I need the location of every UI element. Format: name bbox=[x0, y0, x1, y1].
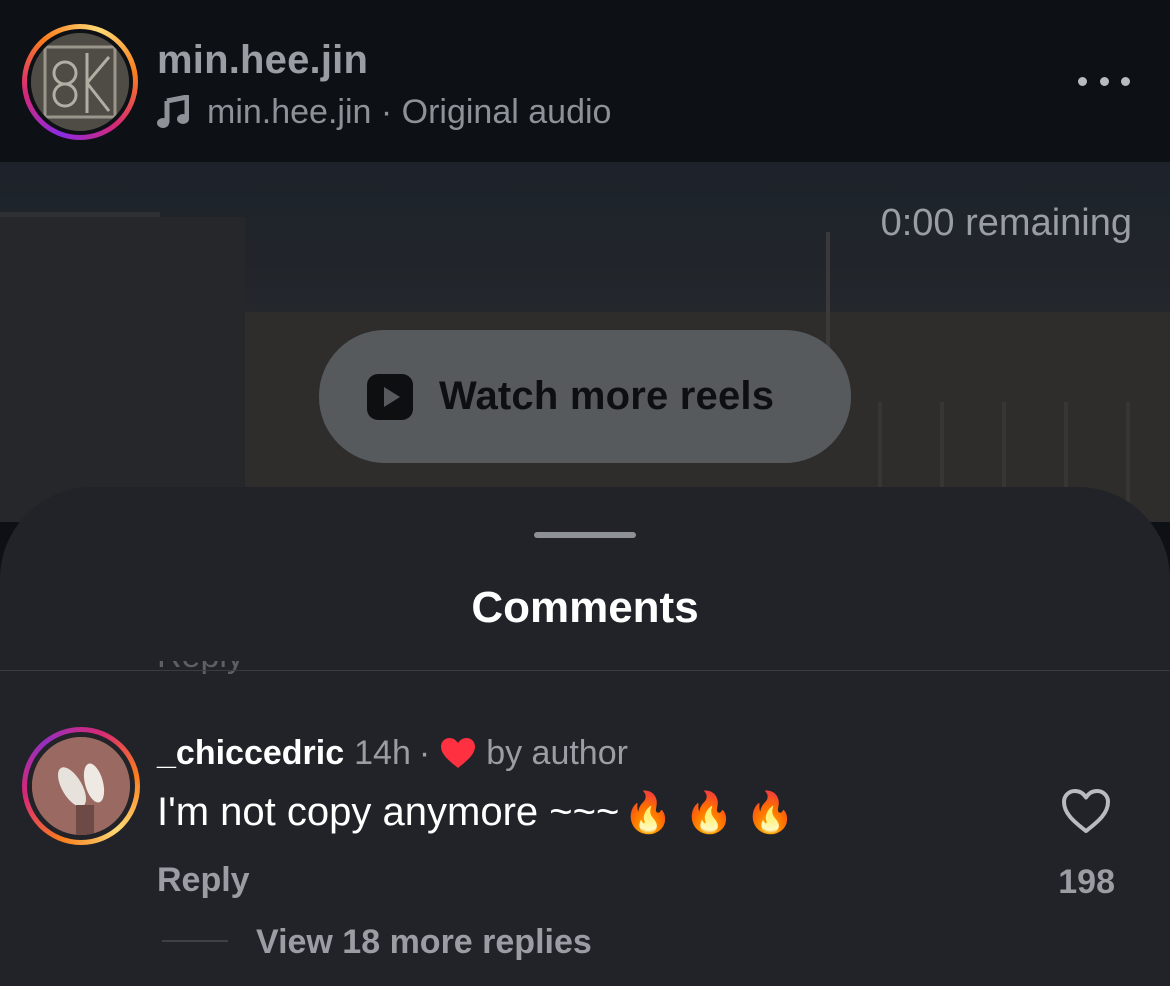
music-note-icon bbox=[157, 95, 189, 128]
comment-username[interactable]: _chiccedric bbox=[157, 734, 344, 773]
profile-avatar[interactable] bbox=[22, 24, 138, 140]
heart-outline-icon[interactable] bbox=[1060, 787, 1112, 835]
reel-header: min.hee.jin min.hee.jin · Original audio bbox=[0, 0, 1170, 162]
heart-filled-icon bbox=[441, 738, 476, 768]
reel-author-username[interactable]: min.hee.jin bbox=[157, 38, 368, 83]
comment-time: 14h bbox=[354, 733, 411, 772]
clipped-previous-reply: Reply bbox=[157, 661, 277, 681]
commenter-avatar[interactable] bbox=[22, 727, 140, 845]
audio-link[interactable]: min.hee.jin · Original audio bbox=[157, 92, 611, 132]
liked-by-author: by author bbox=[486, 733, 628, 772]
sheet-drag-handle[interactable] bbox=[534, 532, 636, 538]
comment-body: I'm not copy anymore ~~~ bbox=[157, 789, 620, 834]
comments-divider bbox=[0, 670, 1170, 671]
watch-more-reels-button[interactable]: Watch more reels bbox=[319, 330, 851, 463]
comment-text: I'm not copy anymore ~~~ 🔥 🔥 🔥 bbox=[157, 787, 795, 837]
time-remaining: 0:00 remaining bbox=[880, 202, 1132, 244]
audio-separator: · bbox=[371, 92, 402, 131]
comment-meta: _chiccedric 14h · by author bbox=[157, 731, 628, 775]
fire-emoji: 🔥 🔥 🔥 bbox=[623, 790, 795, 835]
view-more-replies-button[interactable]: View 18 more replies bbox=[256, 923, 592, 962]
audio-owner: min.hee.jin bbox=[207, 92, 372, 131]
meta-separator: · bbox=[418, 733, 431, 772]
reels-play-icon bbox=[367, 373, 413, 420]
comments-sheet: Comments Reply _chiccedric 14h · by auth… bbox=[0, 487, 1170, 986]
more-options-icon[interactable] bbox=[1078, 70, 1130, 92]
avatar-image bbox=[31, 33, 129, 131]
audio-label: Original audio bbox=[401, 92, 612, 131]
comments-title: Comments bbox=[471, 583, 699, 632]
reply-button[interactable]: Reply bbox=[157, 861, 250, 900]
watch-more-reels-label: Watch more reels bbox=[439, 374, 775, 418]
avatar-image bbox=[32, 737, 130, 835]
reel-video[interactable]: 0:00 remaining Watch more reels bbox=[0, 162, 1170, 522]
replies-indicator-line bbox=[162, 940, 228, 942]
like-count: 198 bbox=[1058, 863, 1115, 901]
